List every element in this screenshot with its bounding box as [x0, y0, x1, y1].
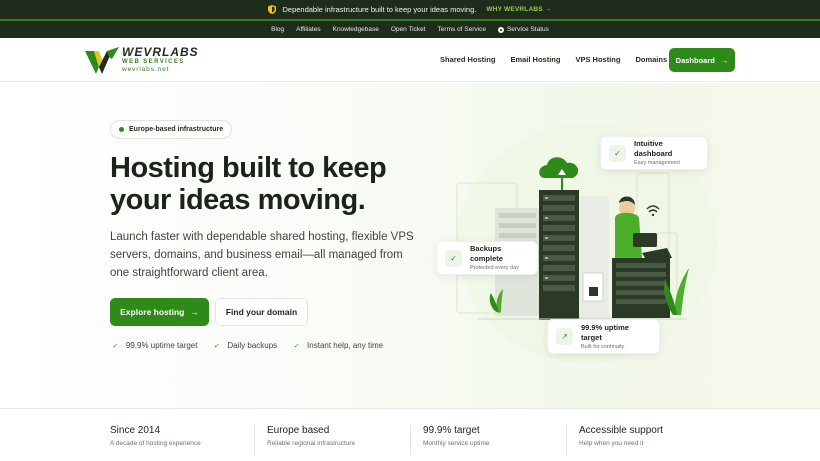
hero-title: Hosting built to keep your ideas moving. — [110, 152, 430, 216]
shield-icon — [268, 5, 277, 14]
status-icon — [497, 26, 504, 33]
check-label: Instant help, any time — [307, 341, 384, 350]
logo-mark-icon — [85, 47, 119, 74]
logo-line-2: WEB SERVICES — [122, 59, 185, 65]
check-icon: ✓ — [112, 342, 118, 350]
backups-card-title: Backups complete — [470, 244, 503, 263]
divider — [566, 425, 567, 455]
check-item: ✓ 99.9% uptime target — [112, 341, 197, 350]
check-label: 99.9% uptime target — [125, 341, 198, 350]
location-pill: Europe-based infrastructure — [110, 120, 233, 139]
stat-item: Since 2014 A decade of hosting experienc… — [110, 424, 260, 450]
logo-line-3: wevrlabs.net — [122, 66, 170, 73]
find-domain-label: Find your domain — [225, 307, 298, 317]
nav-shared-hosting[interactable]: Shared Hosting — [440, 55, 495, 64]
site-header: WEVRLABS WEB SERVICES wevrlabs.net Share… — [0, 38, 820, 82]
check-icon: ✓ — [213, 342, 220, 350]
check-icon: ✓ — [609, 144, 626, 162]
check-label: Daily backups — [227, 341, 278, 350]
nav-email-hosting[interactable]: Email Hosting — [510, 55, 560, 64]
backups-card-subtitle: Protected every day — [470, 265, 519, 271]
main-nav: Shared Hosting Email Hosting VPS Hosting… — [440, 55, 667, 64]
utility-link-terms[interactable]: Terms of Service — [438, 26, 486, 33]
divider — [410, 425, 411, 455]
check-item: ✓ Daily backups — [213, 341, 277, 350]
backups-card: ✓ Backups complete Protected every day — [436, 241, 538, 275]
check-icon: ✓ — [445, 249, 462, 267]
hero-title-line-2: your ideas moving. — [110, 184, 366, 216]
logo-wordmark: WEVRLABS WEB SERVICES wevrlabs.net — [122, 46, 202, 73]
stat-item: Accessible support Help when you need it — [579, 424, 729, 450]
utility-link-blog[interactable]: Blog — [271, 26, 284, 33]
status-dot-icon — [119, 127, 124, 132]
service-status-label: Service Status — [506, 26, 549, 33]
stat-item: Europe based Reliable regional infrastru… — [267, 424, 417, 450]
find-domain-button[interactable]: Find your domain — [215, 298, 308, 326]
uptime-card-subtitle: Built for continuity — [581, 343, 625, 350]
announcement-text: Dependable infrastructure built to keep … — [282, 5, 477, 14]
stat-title: Since 2014 — [110, 425, 161, 436]
explore-hosting-label: Explore hosting — [120, 307, 185, 317]
location-pill-text: Europe-based infrastructure — [129, 126, 224, 133]
dashboard-card-subtitle: Easy management — [634, 160, 680, 166]
announcement-bar: Dependable infrastructure built to keep … — [0, 0, 820, 21]
check-icon: ✓ — [293, 342, 300, 350]
service-status-link[interactable]: Service Status — [497, 26, 549, 33]
stat-desc: Help when you need it — [579, 440, 644, 447]
utility-nav: Blog Affiliates Knowledgebase Open Ticke… — [0, 21, 820, 38]
why-wevrlabs-link[interactable]: WHY WEVRLABS → — [486, 6, 551, 13]
hero-subtitle: Launch faster with dependable shared hos… — [110, 231, 414, 279]
nav-domains[interactable]: Domains — [635, 55, 667, 64]
check-item: ✓ Instant help, any time — [293, 341, 383, 350]
arrow-right-icon: → — [720, 55, 729, 65]
explore-hosting-button[interactable]: Explore hosting → — [110, 298, 209, 326]
utility-link-open-ticket[interactable]: Open Ticket — [391, 26, 426, 33]
uptime-card: ↗ 99.9% uptime target Built for continui… — [547, 319, 660, 354]
hero-section: Europe-based infrastructure Hosting buil… — [0, 83, 820, 408]
utility-link-affiliates[interactable]: Affiliates — [296, 26, 320, 33]
stat-desc: Monthly service uptime — [423, 440, 490, 447]
dashboard-button-label: Dashboard — [675, 55, 715, 65]
hero-illustration: ✓ Intuitive dashboard Easy management ✓ … — [436, 83, 737, 408]
dashboard-card: ✓ Intuitive dashboard Easy management — [600, 136, 708, 170]
divider — [254, 425, 255, 455]
logo-line-1: WEVRLABS — [122, 45, 199, 59]
stat-item: 99.9% target Monthly service uptime — [423, 424, 573, 450]
brand-logo[interactable]: WEVRLABS WEB SERVICES wevrlabs.net — [85, 46, 203, 76]
dashboard-card-title: Intuitive dashboard — [634, 139, 673, 158]
stats-strip: Since 2014 A decade of hosting experienc… — [0, 408, 820, 461]
uptime-card-title: 99.9% uptime target — [581, 322, 629, 342]
dashboard-button[interactable]: Dashboard → — [669, 48, 735, 72]
utility-link-knowledgebase[interactable]: Knowledgebase — [333, 26, 379, 33]
nav-vps-hosting[interactable]: VPS Hosting — [575, 55, 620, 64]
stat-title: 99.9% target — [423, 425, 480, 436]
feature-checks: ✓ 99.9% uptime target ✓ Daily backups ✓ Ins… — [112, 341, 383, 350]
stat-title: Europe based — [267, 425, 330, 436]
trend-up-icon: ↗ — [556, 328, 573, 345]
arrow-right-icon: → — [190, 307, 199, 317]
stat-desc: Reliable regional infrastructure — [267, 440, 356, 447]
hero-title-line-1: Hosting built to keep — [110, 152, 387, 184]
stat-title: Accessible support — [579, 425, 663, 436]
stat-desc: A decade of hosting experience — [110, 440, 201, 447]
